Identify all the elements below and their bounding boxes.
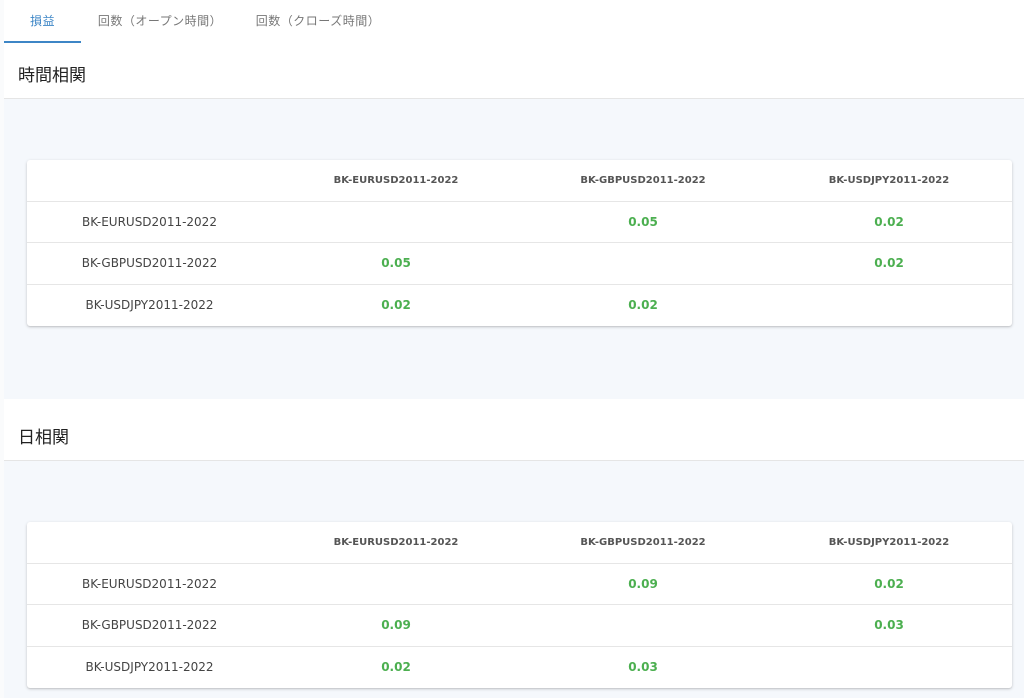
table-row: BK-GBPUSD2011-2022 0.09 0.03 (27, 604, 1012, 646)
column-header: BK-EURUSD2011-2022 (333, 174, 459, 186)
correlation-value: 0.02 (272, 645, 520, 688)
column-header: BK-USDJPY2011-2022 (828, 536, 950, 548)
row-label: BK-GBPUSD2011-2022 (27, 242, 272, 284)
correlation-table-daily: BK-EURUSD2011-2022 BK-GBPUSD2011-2022 BK… (27, 522, 1012, 688)
tab-count-open-time[interactable]: 回数（オープン時間） (81, 0, 239, 43)
table-header-row: BK-EURUSD2011-2022 BK-GBPUSD2011-2022 BK… (27, 160, 1012, 201)
correlation-value: 0.02 (520, 283, 766, 326)
column-header: BK-EURUSD2011-2022 (333, 536, 459, 548)
tab-count-close-time[interactable]: 回数（クローズ時間） (239, 0, 397, 43)
correlation-value (766, 645, 1012, 688)
correlation-value: 0.09 (272, 604, 520, 646)
column-header: BK-GBPUSD2011-2022 (580, 536, 706, 548)
row-label: BK-USDJPY2011-2022 (27, 645, 272, 688)
correlation-value (272, 562, 520, 605)
table-row: BK-USDJPY2011-2022 0.02 0.02 (27, 283, 1012, 326)
correlation-table-hourly: BK-EURUSD2011-2022 BK-GBPUSD2011-2022 BK… (27, 160, 1012, 326)
row-label: BK-USDJPY2011-2022 (27, 283, 272, 326)
column-header: BK-USDJPY2011-2022 (828, 174, 950, 186)
correlation-value: 0.09 (520, 562, 766, 605)
correlation-page: 損益 回数（オープン時間） 回数（クローズ時間） 時間相関 BK-EURUSD2… (0, 0, 1024, 698)
correlation-value: 0.05 (272, 242, 520, 284)
correlation-value (272, 200, 520, 243)
section-title-hourly: 時間相関 (18, 66, 86, 86)
row-label: BK-GBPUSD2011-2022 (27, 604, 272, 646)
correlation-value (520, 242, 766, 284)
correlation-value: 0.02 (766, 200, 1012, 243)
correlation-value: 0.02 (272, 283, 520, 326)
tab-bar: 損益 回数（オープン時間） 回数（クローズ時間） (4, 0, 397, 43)
table-row: BK-GBPUSD2011-2022 0.05 0.02 (27, 242, 1012, 284)
correlation-value: 0.02 (766, 242, 1012, 284)
correlation-value (520, 604, 766, 646)
correlation-value: 0.03 (520, 645, 766, 688)
section-title-daily: 日相関 (18, 428, 69, 448)
row-label: BK-EURUSD2011-2022 (27, 562, 272, 605)
table-header-row: BK-EURUSD2011-2022 BK-GBPUSD2011-2022 BK… (27, 522, 1012, 563)
column-header (27, 522, 272, 563)
table-row: BK-USDJPY2011-2022 0.02 0.03 (27, 645, 1012, 688)
table-row: BK-EURUSD2011-2022 0.09 0.02 (27, 562, 1012, 605)
column-header (27, 160, 272, 201)
correlation-value: 0.03 (766, 604, 1012, 646)
table-row: BK-EURUSD2011-2022 0.05 0.02 (27, 200, 1012, 243)
correlation-value: 0.05 (520, 200, 766, 243)
row-label: BK-EURUSD2011-2022 (27, 200, 272, 243)
correlation-value (766, 283, 1012, 326)
correlation-value: 0.02 (766, 562, 1012, 605)
tab-profit-loss[interactable]: 損益 (4, 0, 81, 43)
column-header: BK-GBPUSD2011-2022 (580, 174, 706, 186)
